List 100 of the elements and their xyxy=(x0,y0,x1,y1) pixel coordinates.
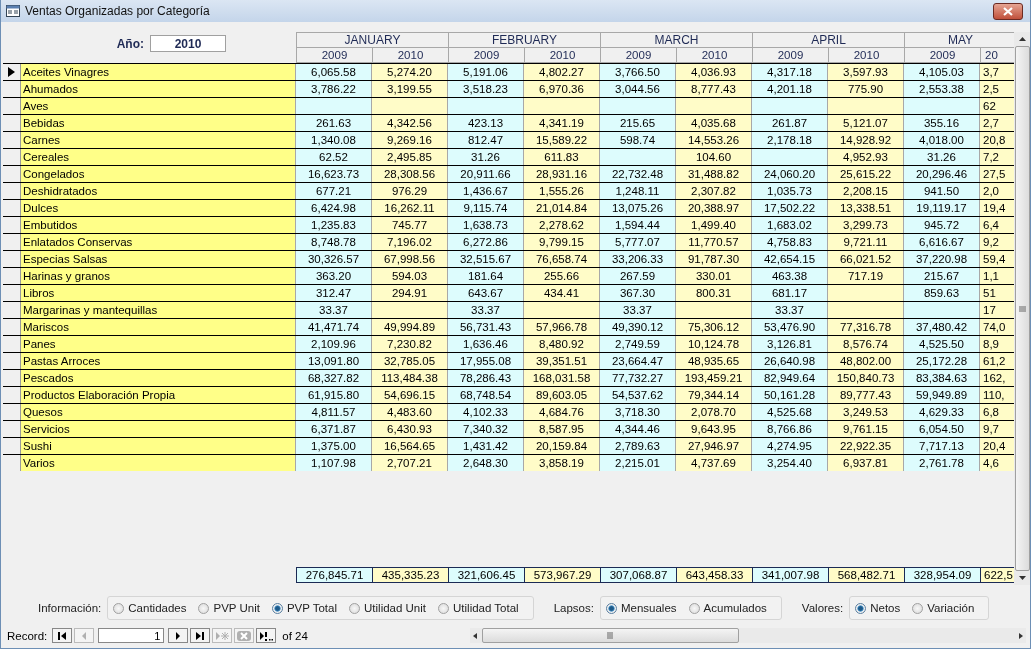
grip-icon xyxy=(607,632,614,639)
table-cell: 681.17 xyxy=(752,285,828,301)
radio-button[interactable] xyxy=(198,602,210,614)
table-cell: 79,344.14 xyxy=(676,387,752,403)
table-cell: 62 xyxy=(980,98,1014,114)
total-cell: 643,458.33 xyxy=(676,567,752,583)
window-title: Ventas Organizadas por Categoría xyxy=(25,4,211,18)
next-record-button[interactable] xyxy=(168,628,189,643)
table-cell: 77,732.27 xyxy=(600,370,676,386)
table-cell: 13,338.51 xyxy=(828,200,904,216)
radio-button[interactable] xyxy=(113,602,125,614)
first-record-button[interactable] xyxy=(52,628,73,643)
table-cell: 39,351.51 xyxy=(524,353,600,369)
table-cell: 20,159.84 xyxy=(524,438,600,454)
table-cell: 4,201.18 xyxy=(752,81,828,97)
table-cell: 23,664.47 xyxy=(600,353,676,369)
radio-option[interactable]: Netos xyxy=(855,602,901,614)
category-cell: Libros xyxy=(21,285,296,301)
category-cell: Pastas Arroces xyxy=(21,353,296,369)
table-cell: 4,102.33 xyxy=(448,404,524,420)
table-cell: 775.90 xyxy=(828,81,904,97)
table-cell: 68,748.54 xyxy=(448,387,524,403)
option-group-label: Lapsos: xyxy=(553,602,594,614)
radio-button[interactable] xyxy=(855,602,867,614)
category-cell: Enlatados Conservas xyxy=(21,234,296,250)
table-cell: 261.63 xyxy=(296,115,372,131)
table-cell: 59,949.89 xyxy=(904,387,980,403)
table-cell: 8,587.95 xyxy=(524,421,600,437)
table-cell: 1,638.73 xyxy=(448,217,524,233)
radio-button[interactable] xyxy=(912,602,924,614)
last-record-button[interactable] xyxy=(190,628,211,643)
table-cell: 24,060.20 xyxy=(752,166,828,182)
table-cell: 9,799.15 xyxy=(524,234,600,250)
close-button[interactable] xyxy=(993,2,1023,20)
table-cell: 33.37 xyxy=(600,302,676,318)
table-cell: 91,787.30 xyxy=(676,251,752,267)
table-cell: 1,340.08 xyxy=(296,132,372,148)
table-cell: 941.50 xyxy=(904,183,980,199)
radio-button[interactable] xyxy=(438,602,449,614)
table-cell: 3,126.81 xyxy=(752,336,828,352)
table-cell: 7,717.13 xyxy=(904,438,980,454)
radio-button[interactable] xyxy=(271,602,283,614)
radio-option[interactable]: Cantidades xyxy=(113,602,187,614)
table-cell: 37,480.42 xyxy=(904,319,980,335)
table-cell: 5,274.20 xyxy=(372,64,448,80)
category-cell: Aves xyxy=(21,98,296,114)
radio-option[interactable]: Utilidad Total xyxy=(438,602,519,614)
table-cell: 25,615.22 xyxy=(828,166,904,182)
table-cell: 643.67 xyxy=(448,285,524,301)
table-cell: 6,970.36 xyxy=(524,81,600,97)
category-cell: Panes xyxy=(21,336,296,352)
radio-button[interactable] xyxy=(349,602,360,614)
table-cell: 37,220.98 xyxy=(904,251,980,267)
table-cell: 1,499.40 xyxy=(676,217,752,233)
category-cell: Congelados xyxy=(21,166,296,182)
table-cell: 17 xyxy=(980,302,1014,318)
radio-button[interactable] xyxy=(605,602,617,614)
table-cell: 3,786.22 xyxy=(296,81,372,97)
table-cell: 2,761.78 xyxy=(904,455,980,471)
table-cell: 2,215.01 xyxy=(600,455,676,471)
table-cell: 745.77 xyxy=(372,217,448,233)
table-cell: 48,935.65 xyxy=(676,353,752,369)
month-header: MAY xyxy=(904,32,1014,47)
table-cell: 1,436.67 xyxy=(448,183,524,199)
radio-button[interactable] xyxy=(688,602,700,614)
table-cell: 62.52 xyxy=(296,149,372,165)
table-cell: 1,248.11 xyxy=(600,183,676,199)
category-cell: Embutidos xyxy=(21,217,296,233)
table-cell: 2,208.15 xyxy=(828,183,904,199)
table-cell: 2,648.30 xyxy=(448,455,524,471)
table-cell: 330.01 xyxy=(676,268,752,284)
table-cell: 294.91 xyxy=(372,285,448,301)
radio-option[interactable]: PVP Total xyxy=(271,602,337,614)
table-cell: 434.41 xyxy=(524,285,600,301)
year-field[interactable]: 2010 xyxy=(150,35,226,52)
radio-option[interactable]: PVP Unit xyxy=(198,602,260,614)
table-cell: 4,952.93 xyxy=(828,149,904,165)
search-record-button[interactable] xyxy=(256,628,277,643)
month-header: FEBRUARY xyxy=(448,32,600,47)
radio-option[interactable]: Variación xyxy=(912,602,975,614)
close-icon xyxy=(1002,6,1014,16)
table-cell: 8,766.86 xyxy=(752,421,828,437)
table-cell: 4,758.83 xyxy=(752,234,828,250)
table-cell: 4,018.00 xyxy=(904,132,980,148)
horizontal-scrollbar[interactable] xyxy=(469,628,1026,643)
radio-option[interactable]: Utilidad Unit xyxy=(349,602,426,614)
radio-option[interactable]: Acumulados xyxy=(688,602,767,614)
table-cell: 594.03 xyxy=(372,268,448,284)
table-cell: 4,105.03 xyxy=(904,64,980,80)
table-cell: 2,5 xyxy=(980,81,1014,97)
year-header: 2009 xyxy=(296,47,372,63)
record-number-field[interactable]: 1 xyxy=(98,628,165,643)
category-cell: Bebidas xyxy=(21,115,296,131)
table-cell: 77,316.78 xyxy=(828,319,904,335)
table-cell: 1,636.46 xyxy=(448,336,524,352)
radio-option[interactable]: Mensuales xyxy=(605,602,677,614)
total-cell: 321,606.45 xyxy=(448,567,524,583)
table-cell: 33.37 xyxy=(296,302,372,318)
vertical-scrollbar[interactable] xyxy=(1014,32,1030,585)
table-cell: 2,109.96 xyxy=(296,336,372,352)
